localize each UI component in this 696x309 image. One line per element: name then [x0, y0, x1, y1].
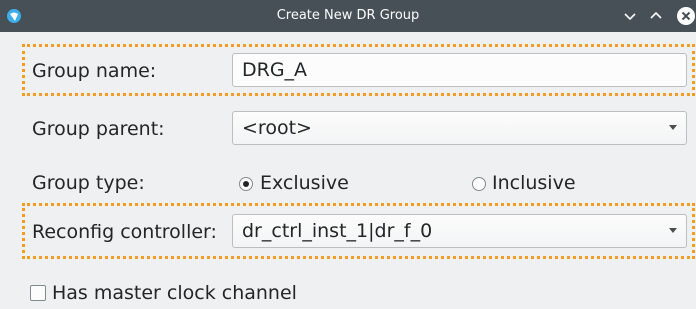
chevron-down-icon — [669, 125, 677, 130]
reconfig-controller-value: dr_ctrl_inst_1|dr_f_0 — [242, 220, 433, 242]
master-clock-checkbox[interactable] — [30, 285, 46, 301]
chevron-down-icon — [669, 228, 677, 233]
chevron-down-icon[interactable] — [620, 6, 640, 26]
title-bar: Create New DR Group — [0, 0, 696, 32]
reconfig-controller-select[interactable]: dr_ctrl_inst_1|dr_f_0 — [232, 214, 687, 248]
window-title: Create New DR Group — [276, 8, 420, 23]
group-parent-label: Group parent: — [32, 118, 165, 140]
close-icon[interactable] — [676, 6, 696, 26]
chevron-up-icon[interactable] — [646, 6, 666, 26]
master-clock-label: Has master clock channel — [52, 282, 297, 304]
group-parent-value: <root> — [242, 117, 312, 139]
radio-inclusive-label: Inclusive — [492, 172, 576, 194]
radio-inclusive[interactable] — [472, 177, 486, 191]
group-type-label: Group type: — [32, 172, 145, 194]
group-name-label: Group name: — [32, 60, 157, 82]
group-name-input[interactable]: DRG_A — [232, 53, 687, 87]
radio-exclusive[interactable] — [239, 177, 253, 191]
radio-exclusive-label: Exclusive — [260, 172, 349, 194]
group-parent-select[interactable]: <root> — [232, 111, 687, 145]
reconfig-controller-label: Reconfig controller: — [32, 221, 217, 243]
